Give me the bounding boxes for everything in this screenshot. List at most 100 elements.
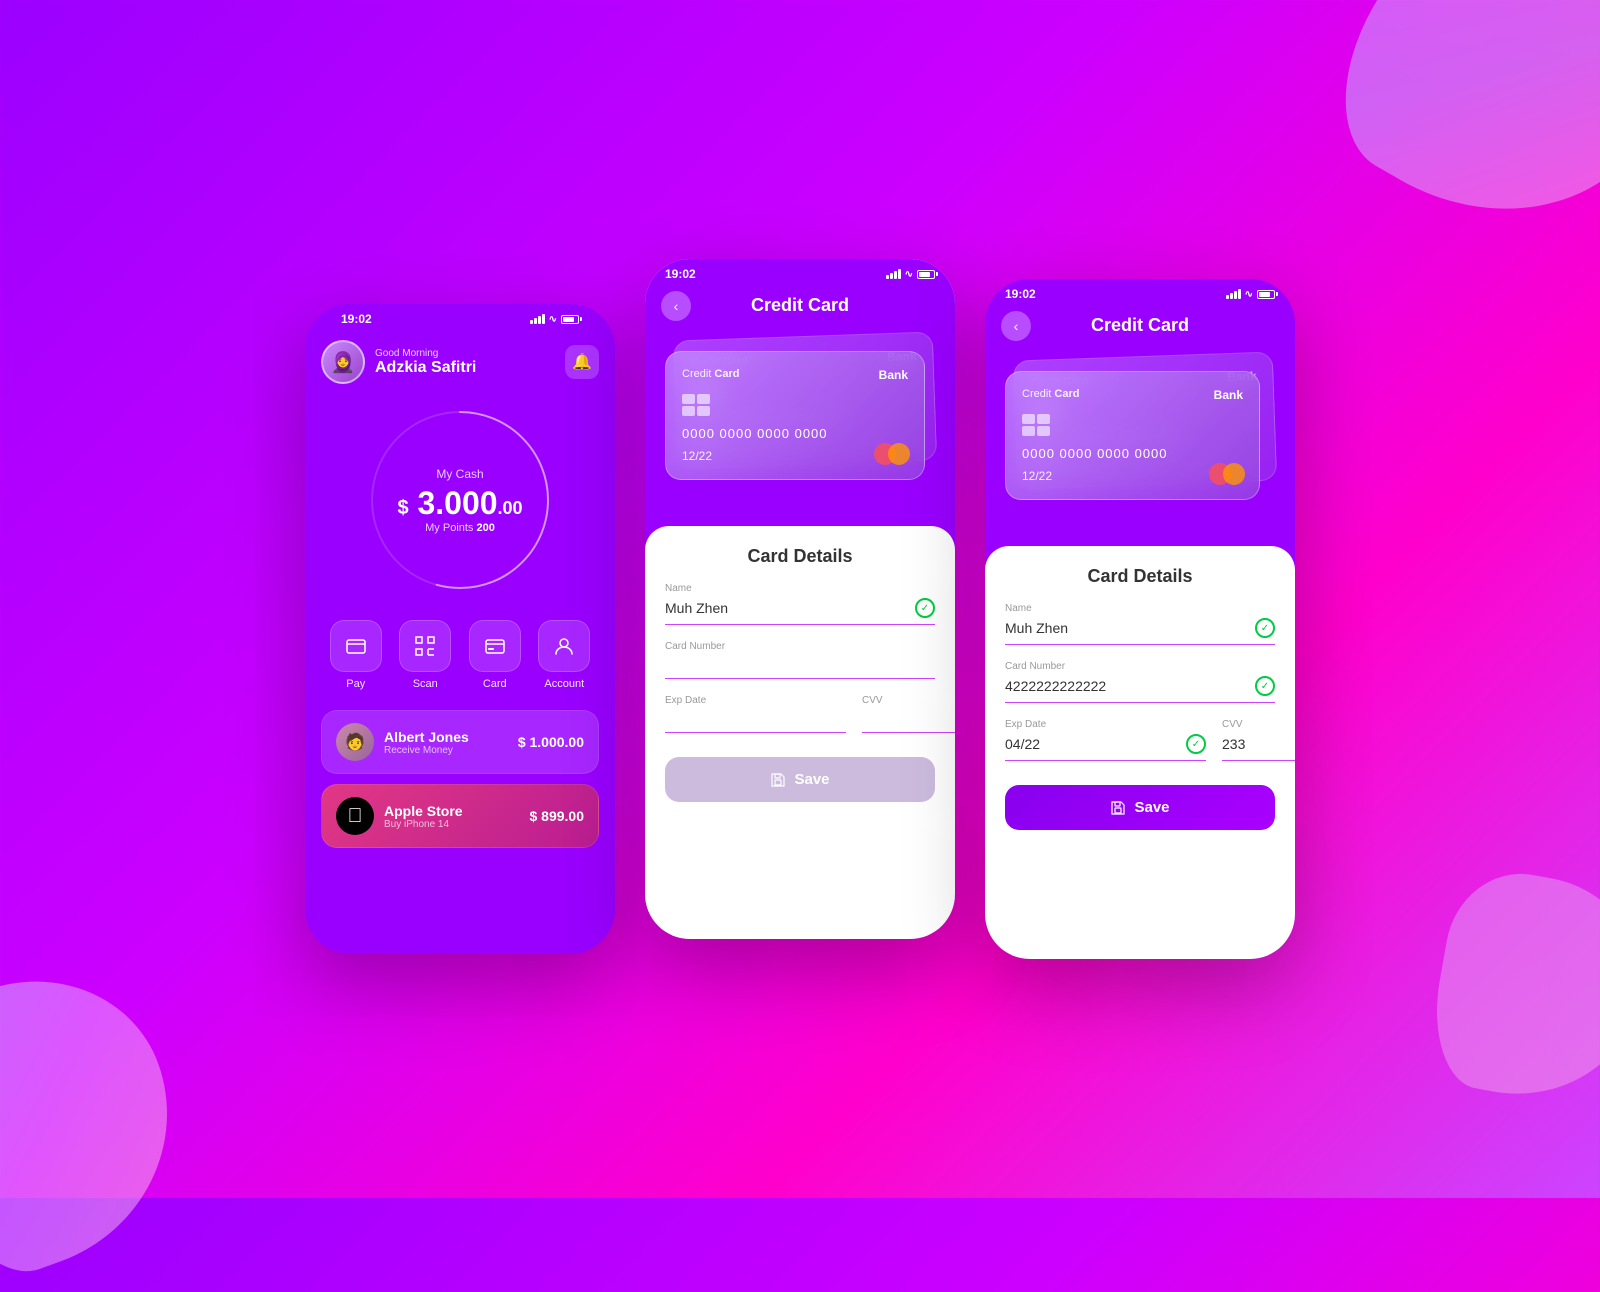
card-details-title: Card Details <box>665 546 935 567</box>
transaction-info-2: Apple Store Buy iPhone 14 <box>384 803 520 830</box>
exp-date-label: Exp Date <box>665 695 846 706</box>
scan-button[interactable]: Scan <box>399 620 451 690</box>
time-phone1: 19:02 <box>341 312 372 326</box>
cvv-label: CVV <box>862 695 955 706</box>
credit-card-front: Credit Card Bank 0000 0000 0000 0000 12/… <box>665 351 925 480</box>
card-expiry-front: 12/22 <box>682 449 712 463</box>
credit-card-header-3: ‹ Credit Card <box>985 305 1295 346</box>
name-input-row: ✓ <box>665 598 935 625</box>
card-label: Card <box>483 678 507 690</box>
phones-container: 19:02 ∿ 🧕 Good Morning <box>305 239 1295 959</box>
exp-check-icon-3: ✓ <box>1186 734 1206 754</box>
pay-label: Pay <box>346 678 365 690</box>
card-chip-front-3 <box>1022 414 1050 436</box>
name-input-row-3: ✓ <box>1005 618 1275 645</box>
exp-date-input-3[interactable] <box>1005 736 1186 752</box>
transaction-avatar-2:  <box>336 797 374 835</box>
card-bank-front: Bank <box>879 368 908 382</box>
transaction-item-2[interactable]:  Apple Store Buy iPhone 14 $ 899.00 <box>321 784 599 848</box>
card-number-input-row-3: ✓ <box>1005 676 1275 703</box>
transaction-info-1: Albert Jones Receive Money <box>384 729 508 756</box>
pay-button[interactable]: Pay <box>330 620 382 690</box>
transaction-list: 🧑 Albert Jones Receive Money $ 1.000.00 … <box>321 710 599 848</box>
card-expiry-front-3: 12/22 <box>1022 469 1052 483</box>
phone3-content: 19:02 ∿ ‹ Credit Card <box>985 279 1295 959</box>
credit-card-title: Credit Card <box>751 295 849 316</box>
profile-info: 🧕 Good Morning Adzkia Safitri <box>321 340 476 384</box>
exp-cvv-row-3: Exp Date ✓ CVV ✓ <box>1005 719 1275 777</box>
cvv-input[interactable] <box>862 710 955 726</box>
account-icon <box>538 620 590 672</box>
back-button[interactable]: ‹ <box>661 291 691 321</box>
card-number-field: Card Number <box>665 641 935 679</box>
card-chip-front <box>682 394 710 416</box>
battery-icon <box>561 315 579 324</box>
cvv-input-3[interactable] <box>1222 736 1295 752</box>
cvv-input-row <box>862 710 955 733</box>
name-input[interactable] <box>665 600 915 616</box>
profile-row: 🧕 Good Morning Adzkia Safitri 🔔 <box>321 340 599 384</box>
card-header-front-3: Credit Card Bank <box>1022 388 1243 402</box>
mastercard-orange-circle-3 <box>1223 463 1245 485</box>
time-phone2: 19:02 <box>665 267 696 281</box>
phone-credit-card-filled: 19:02 ∿ ‹ Credit Card <box>985 279 1295 959</box>
decorative-blob-bottom-right <box>1422 862 1600 1113</box>
save-label-3: Save <box>1134 799 1169 816</box>
exp-date-input-row <box>665 710 846 733</box>
balance-cents: .00 <box>498 498 523 518</box>
card-details-title-3: Card Details <box>1005 566 1275 587</box>
card-button[interactable]: Card <box>469 620 521 690</box>
exp-date-input[interactable] <box>665 710 846 726</box>
card-number-input-3[interactable] <box>1005 678 1255 694</box>
card-details-panel-3: Card Details Name ✓ Card Number ✓ <box>985 546 1295 959</box>
transaction-sub-1: Receive Money <box>384 745 508 756</box>
credit-card-stack: Credit Card Bank 0000 0000 0000 0000 12/… <box>645 326 955 526</box>
transaction-amount-1: $ 1.000.00 <box>518 734 584 750</box>
save-button-2[interactable]: Save <box>665 757 935 802</box>
exp-date-input-row-3: ✓ <box>1005 734 1206 761</box>
name-input-3[interactable] <box>1005 620 1255 636</box>
profile-text: Good Morning Adzkia Safitri <box>375 348 476 377</box>
scan-label: Scan <box>413 678 438 690</box>
action-buttons: Pay Scan Card <box>321 620 599 690</box>
avatar: 🧕 <box>321 340 365 384</box>
card-number-front: 0000 0000 0000 0000 <box>682 426 908 441</box>
status-bar-phone3: 19:02 ∿ <box>985 279 1295 305</box>
transaction-name-1: Albert Jones <box>384 729 508 745</box>
card-header-front: Credit Card Bank <box>682 368 908 382</box>
currency-symbol: $ <box>397 497 408 519</box>
credit-card-front-3: Credit Card Bank 0000 0000 0000 0000 12/… <box>1005 371 1260 500</box>
notification-button[interactable]: 🔔 <box>565 345 599 379</box>
credit-card-title-3: Credit Card <box>1091 315 1189 336</box>
balance-amount: $ 3.000.00 <box>397 485 522 522</box>
card-number-check-icon-3: ✓ <box>1255 676 1275 696</box>
signal-icons-phone3: ∿ <box>1226 289 1275 300</box>
cvv-field: CVV <box>862 695 955 733</box>
phone2-content: 19:02 ∿ ‹ Credit Card <box>645 259 955 939</box>
name-check-icon: ✓ <box>915 598 935 618</box>
status-bar-phone2: 19:02 ∿ <box>645 259 955 285</box>
transaction-amount-2: $ 899.00 <box>530 808 585 824</box>
cvv-input-row-3: ✓ <box>1222 734 1295 761</box>
credit-card-header: ‹ Credit Card <box>645 285 955 326</box>
signal-strength-icon-3 <box>1226 289 1241 299</box>
wifi-icon: ∿ <box>549 314 557 325</box>
card-details-panel: Card Details Name ✓ Card Number <box>645 526 955 939</box>
exp-date-label-3: Exp Date <box>1005 719 1206 730</box>
time-phone3: 19:02 <box>1005 287 1036 301</box>
name-field: Name ✓ <box>665 583 935 625</box>
phone-home-content: 19:02 ∿ 🧕 Good Morning <box>305 304 615 954</box>
back-button-3[interactable]: ‹ <box>1001 311 1031 341</box>
credit-card-stack-3: Credit Card Bank 0000 0000 0000 0000 12/… <box>985 346 1295 546</box>
wifi-icon-2: ∿ <box>905 269 913 280</box>
balance-value: 3.000 <box>417 485 497 521</box>
phone-home: 19:02 ∿ 🧕 Good Morning <box>305 304 615 954</box>
card-bottom-row: 12/22 <box>682 449 908 463</box>
account-button[interactable]: Account <box>538 620 590 690</box>
transaction-item-1[interactable]: 🧑 Albert Jones Receive Money $ 1.000.00 <box>321 710 599 774</box>
card-number-input[interactable] <box>665 656 935 672</box>
card-number-front-3: 0000 0000 0000 0000 <box>1022 446 1243 461</box>
exp-date-field: Exp Date <box>665 695 846 733</box>
save-button-3[interactable]: Save <box>1005 785 1275 830</box>
save-label-2: Save <box>794 771 829 788</box>
